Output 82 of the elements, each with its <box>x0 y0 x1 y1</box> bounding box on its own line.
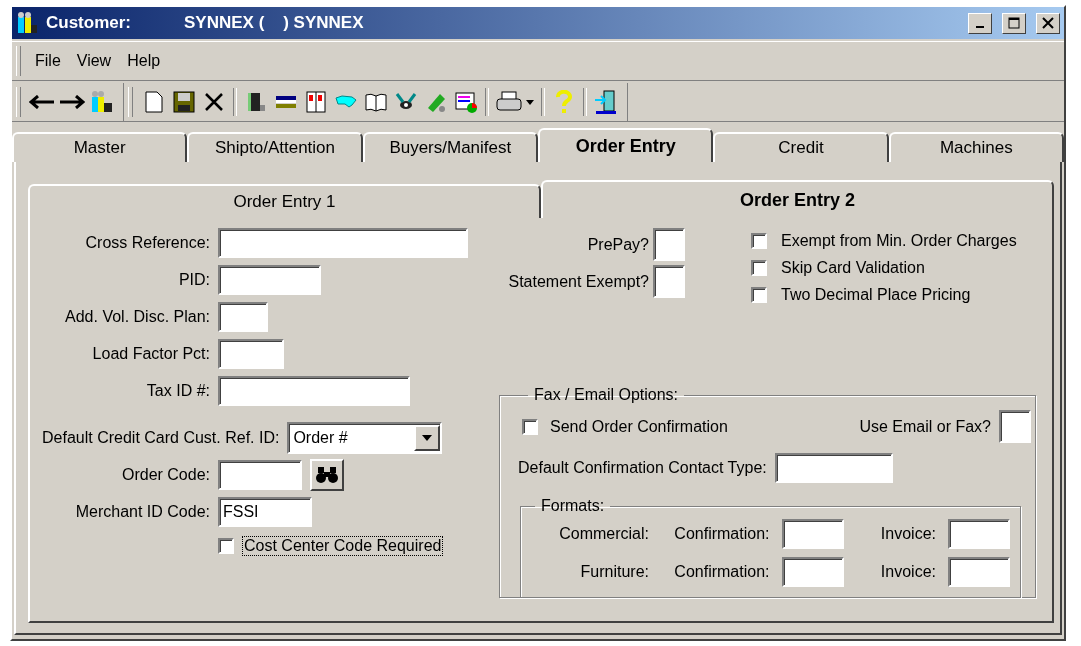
input-field[interactable] <box>218 339 284 369</box>
dropdown-button[interactable] <box>414 425 441 451</box>
menu-item[interactable]: File <box>27 52 69 70</box>
tab[interactable]: Master <box>12 132 188 162</box>
input-field[interactable] <box>781 519 844 549</box>
tab[interactable]: Shipto/Attention <box>187 132 363 162</box>
group-title: Formats: <box>540 497 606 515</box>
field-label: Default Confirmation Contact Type: <box>518 459 767 477</box>
input-field[interactable] <box>653 265 685 298</box>
checkbox[interactable] <box>751 232 767 249</box>
checkbox[interactable] <box>751 286 767 303</box>
checkbox-label: Exempt from Min. Order Charges <box>781 231 1017 250</box>
tab[interactable]: Order Entry 1 <box>28 184 541 218</box>
field-label: Add. Vol. Disc. Plan: <box>64 308 210 326</box>
forward-arrow-icon <box>59 95 85 109</box>
field-label: Commercial: <box>558 525 649 543</box>
input-field[interactable] <box>653 228 685 261</box>
input-field[interactable] <box>774 453 893 483</box>
input-field[interactable] <box>948 557 1010 587</box>
input-field[interactable] <box>218 302 268 332</box>
tab[interactable]: Machines <box>888 132 1064 162</box>
window-title: Customer: <box>46 13 132 33</box>
field-label: Confirmation: <box>673 525 770 543</box>
input-field[interactable] <box>781 557 844 587</box>
field-label: Tax ID #: <box>145 382 210 400</box>
input-field[interactable]: FSSI <box>218 497 312 527</box>
field-label: PID: <box>177 271 210 289</box>
customer-name: SYNNEX ( ) SYNNEX <box>184 13 364 33</box>
checkbox[interactable] <box>218 538 234 554</box>
minimize-icon <box>976 26 984 28</box>
input-field[interactable] <box>948 519 1010 549</box>
minimize-button[interactable] <box>968 12 992 34</box>
close-button[interactable] <box>1036 12 1060 34</box>
save-icon <box>173 91 195 113</box>
checkbox-label: Skip Card Validation <box>781 258 925 277</box>
field-label: Invoice: <box>879 563 936 581</box>
field-label: Statement Exempt? <box>508 272 649 291</box>
field-label: Invoice: <box>879 525 936 543</box>
delete-icon <box>204 92 224 112</box>
menu-item[interactable]: Help <box>119 52 169 70</box>
dropdown[interactable]: Order # <box>287 422 443 454</box>
binoculars-icon <box>315 466 339 484</box>
caret-icon <box>526 99 534 105</box>
input-field[interactable] <box>218 460 302 490</box>
report-icon <box>454 90 478 114</box>
field-label: Default Credit Card Cust. Ref. ID: <box>42 429 280 447</box>
tab[interactable]: Order Entry 2 <box>541 180 1054 218</box>
search-button[interactable] <box>310 459 344 491</box>
checkbox-label: Send Order Confirmation <box>550 417 728 436</box>
input-field[interactable] <box>218 376 410 406</box>
checkbox[interactable] <box>751 259 767 276</box>
printer-icon <box>496 91 522 113</box>
maximize-button[interactable] <box>1002 12 1026 34</box>
exit-icon <box>594 89 618 115</box>
input-field[interactable] <box>999 410 1031 443</box>
field-label: Load Factor Pct: <box>91 345 210 363</box>
field-label: PrePay? <box>587 235 649 254</box>
menu-item[interactable]: View <box>68 52 120 70</box>
field-label: Furniture: <box>579 563 649 581</box>
field-label: Use Email or Fax? <box>859 417 991 436</box>
close-icon <box>1042 17 1054 29</box>
input-field[interactable] <box>218 228 468 258</box>
help-icon <box>555 90 573 114</box>
calendar-icon <box>304 90 328 114</box>
field-label: Cross Reference: <box>84 234 210 252</box>
field-label: Order Code: <box>120 466 210 484</box>
group-title: Fax / Email Options: <box>533 386 680 404</box>
tab[interactable]: Order Entry <box>538 128 714 162</box>
input-field[interactable] <box>218 265 321 295</box>
checkbox-label: Cost Center Code Required <box>242 536 444 556</box>
field-label: Confirmation: <box>673 563 770 581</box>
maximize-icon <box>1008 17 1020 29</box>
tab[interactable]: Credit <box>713 132 889 162</box>
checkbox-label: Two Decimal Place Pricing <box>781 285 971 304</box>
checkbox[interactable] <box>522 418 538 435</box>
caret-icon <box>422 435 433 441</box>
people-icon <box>90 90 114 114</box>
field-label: Merchant ID Code: <box>74 503 210 521</box>
back-arrow-icon <box>29 95 55 109</box>
new-document-icon <box>145 91 163 113</box>
tab[interactable]: Buyers/Manifest <box>362 132 538 162</box>
people-icon <box>16 11 38 35</box>
